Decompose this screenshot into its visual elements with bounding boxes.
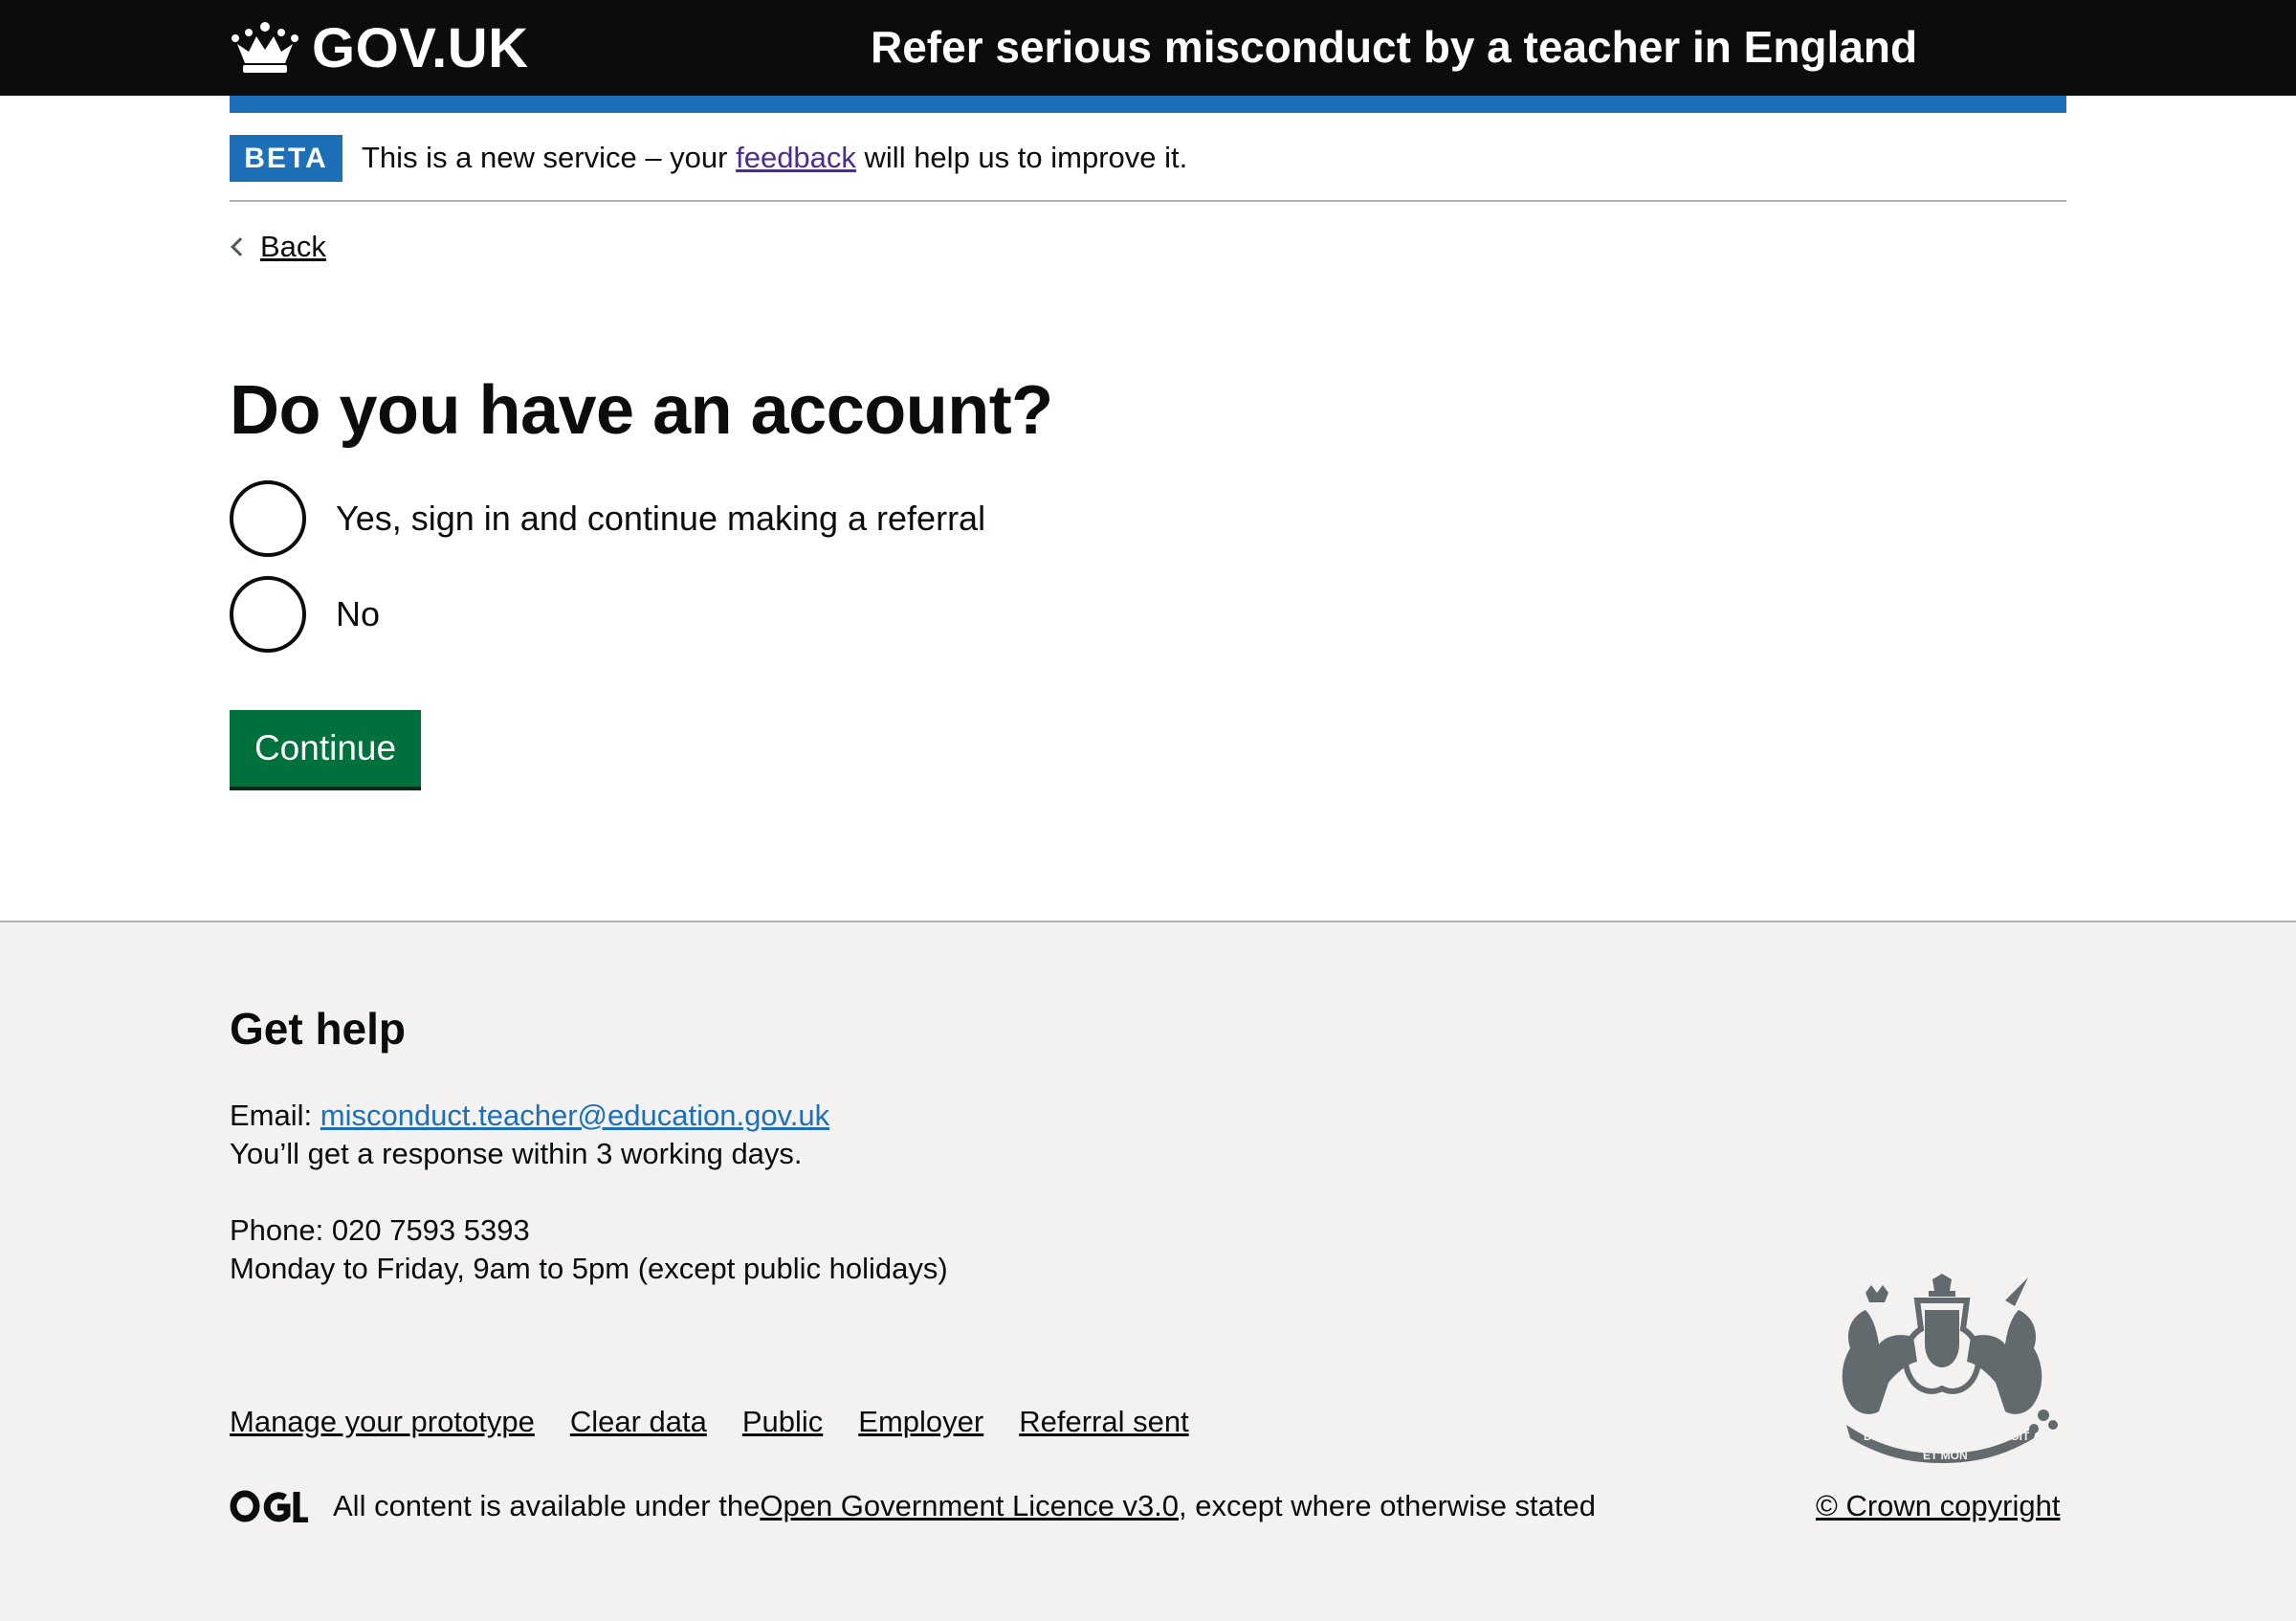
radio-label[interactable]: Yes, sign in and continue making a refer… <box>336 499 985 539</box>
phase-banner: BETA This is a new service – your feedba… <box>230 135 2066 202</box>
banner-text: This is a new service – your feedback wi… <box>362 141 1187 175</box>
site-header: GOV.UK Refer serious misconduct by a tea… <box>0 0 2296 96</box>
response-time: You’ll get a response within 3 working d… <box>230 1137 803 1170</box>
page-title: Do you have an account? <box>230 372 1053 449</box>
licence-text-before: All content is available under the <box>333 1489 761 1522</box>
crown-icon <box>232 22 298 73</box>
licence-row: All content is available under the Open … <box>230 1489 1596 1523</box>
footer-link-public[interactable]: Public <box>742 1405 823 1439</box>
footer: Get help Email: misconduct.teacher@educa… <box>0 921 2296 1621</box>
back-link-label: Back <box>260 230 326 263</box>
footer-link-employer[interactable]: Employer <box>858 1405 983 1439</box>
crest-motto-2: ET MON <box>1923 1449 1968 1462</box>
footer-links: Manage your prototype Clear data Public … <box>230 1405 1189 1439</box>
phone-number: Phone: 020 7593 5393 <box>230 1213 530 1247</box>
radio-option-yes[interactable]: Yes, sign in and continue making a refer… <box>230 480 985 557</box>
licence-text-after: , except where otherwise stated <box>1179 1489 1596 1522</box>
ogl-logo-icon <box>230 1490 308 1522</box>
crown-copyright-link[interactable]: © Crown copyright <box>1816 1489 2060 1522</box>
feedback-link[interactable]: feedback <box>736 141 856 174</box>
help-title: Get help <box>230 1004 407 1054</box>
licence-link[interactable]: Open Government Licence v3.0 <box>760 1489 1179 1523</box>
govuk-logo-link[interactable]: GOV.UK <box>230 16 529 79</box>
email-link[interactable]: misconduct.teacher@education.gov.uk <box>320 1099 829 1132</box>
banner-text-after: will help us to improve it. <box>855 141 1188 174</box>
footer-link-clear-data[interactable]: Clear data <box>570 1405 707 1439</box>
beta-tag: BETA <box>230 135 342 182</box>
email-label: Email: <box>230 1099 320 1132</box>
radio-option-no[interactable]: No <box>230 576 380 653</box>
crest-motto-1: DIEU <box>1864 1430 1891 1443</box>
radio-button[interactable] <box>230 576 306 653</box>
opening-hours: Monday to Friday, 9am to 5pm (except pub… <box>230 1252 948 1285</box>
footer-link-referral-sent[interactable]: Referral sent <box>1019 1405 1188 1439</box>
footer-link-manage-prototype[interactable]: Manage your prototype <box>230 1405 535 1439</box>
banner-text-before: This is a new service – your <box>362 141 737 174</box>
radio-button[interactable] <box>230 480 306 557</box>
royal-coat-of-arms-icon: DIEU ET MON DROIT <box>1842 1274 2058 1463</box>
crest-motto-3: DROIT <box>1994 1430 2030 1443</box>
logo-text: GOV.UK <box>312 16 529 79</box>
chevron-left-icon <box>231 237 250 256</box>
back-link[interactable]: Back <box>230 230 326 264</box>
crown-copyright: © Crown copyright <box>1816 1489 2060 1523</box>
radio-label[interactable]: No <box>336 594 380 634</box>
continue-button[interactable]: Continue <box>230 710 421 787</box>
service-name[interactable]: Refer serious misconduct by a teacher in… <box>871 21 1917 73</box>
help-email-line: Email: misconduct.teacher@education.gov.… <box>230 1099 829 1133</box>
header-blue-bar <box>230 96 2066 113</box>
